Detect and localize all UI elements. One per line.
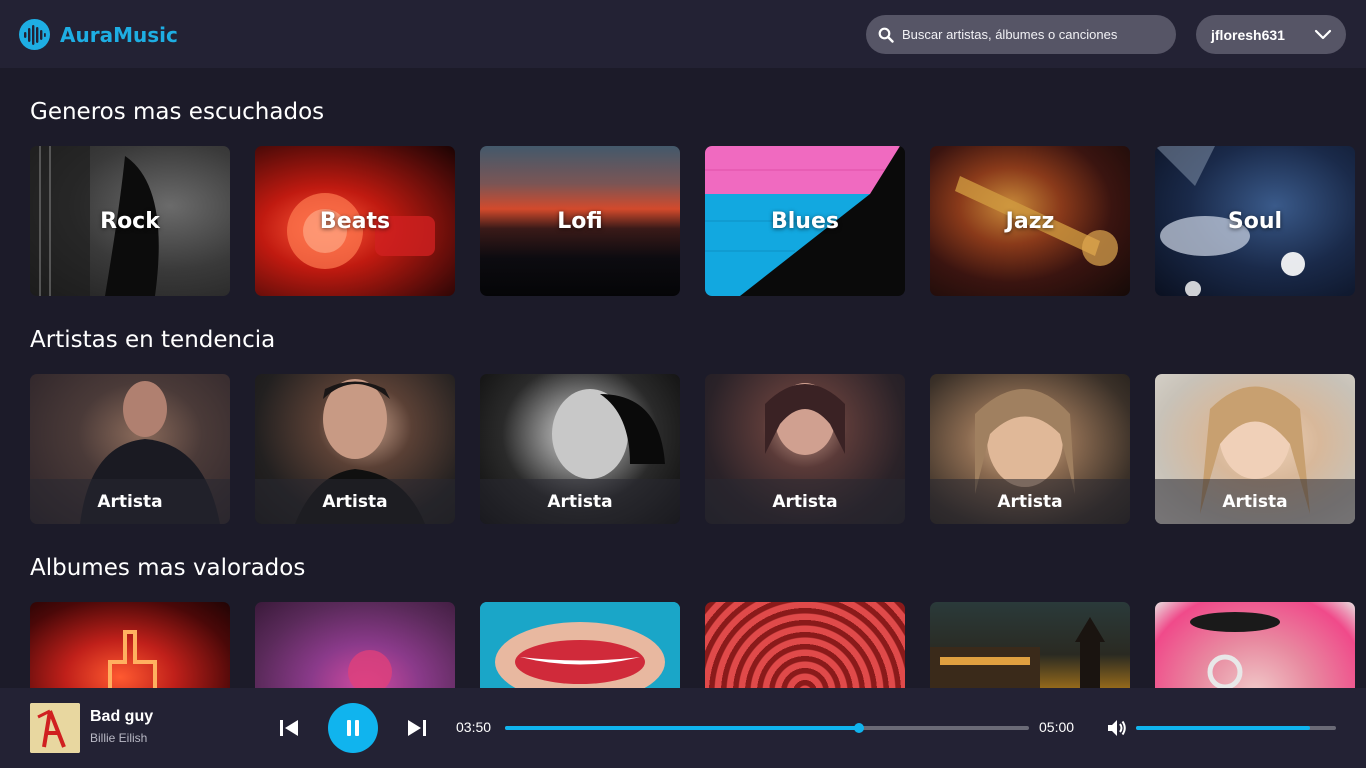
genres-section-title: Generos mas escuchados <box>30 99 325 125</box>
volume-slider[interactable] <box>1136 726 1336 730</box>
progress-slider[interactable] <box>505 723 1029 733</box>
albums-row <box>30 602 1366 688</box>
album-card[interactable] <box>480 602 680 688</box>
current-time: 03:50 <box>456 719 492 735</box>
artist-card[interactable]: Artista <box>30 374 230 524</box>
volume-icon <box>1108 720 1126 736</box>
search-placeholder: Buscar artistas, álbumes o canciones <box>902 27 1118 42</box>
pause-icon <box>347 720 359 736</box>
artist-label: Artista <box>1155 479 1355 524</box>
genre-label: Lofi <box>557 208 603 234</box>
search-input[interactable]: Buscar artistas, álbumes o canciones <box>866 15 1176 54</box>
song-artist: Billie Eilish <box>90 731 148 745</box>
artist-card[interactable]: Artista <box>705 374 905 524</box>
genre-label: Jazz <box>1005 208 1055 234</box>
previous-button[interactable] <box>276 716 302 740</box>
next-button[interactable] <box>404 716 430 740</box>
artist-label: Artista <box>480 479 680 524</box>
total-time: 05:00 <box>1039 719 1075 735</box>
album-card[interactable] <box>255 602 455 688</box>
genre-label: Beats <box>319 208 391 234</box>
skip-previous-icon <box>280 720 298 736</box>
artist-card[interactable]: Artista <box>480 374 680 524</box>
app-name: AuraMusic <box>60 22 178 47</box>
artists-row: Artista Artista Artista Artista Artista <box>30 374 1366 524</box>
search-icon <box>878 27 894 43</box>
app-logo[interactable]: AuraMusic <box>19 19 178 50</box>
player-bar: Bad guy Billie Eilish 03:50 05:00 <box>0 688 1366 768</box>
song-title: Bad guy <box>90 708 154 725</box>
volume-fill <box>1136 726 1310 730</box>
username: jfloresh631 <box>1211 26 1285 43</box>
user-menu-button[interactable]: jfloresh631 <box>1196 15 1346 54</box>
genre-card-soul[interactable]: Soul <box>1155 146 1355 296</box>
genre-card-jazz[interactable]: Jazz <box>930 146 1130 296</box>
artist-label: Artista <box>705 479 905 524</box>
artist-card[interactable]: Artista <box>1155 374 1355 524</box>
top-bar: AuraMusic Buscar artistas, álbumes o can… <box>0 0 1366 68</box>
genre-label: Blues <box>771 208 839 234</box>
genres-row: Rock Beats Lofi Blues Jazz Soul <box>30 146 1366 296</box>
album-card[interactable] <box>30 602 230 688</box>
artist-label: Artista <box>930 479 1130 524</box>
genre-card-lofi[interactable]: Lofi <box>480 146 680 296</box>
albums-section-title: Albumes mas valorados <box>30 555 306 581</box>
genre-label: Rock <box>100 208 160 234</box>
progress-fill <box>505 726 860 730</box>
skip-next-icon <box>408 720 426 736</box>
album-cover[interactable] <box>30 703 80 753</box>
logo-icon <box>19 19 50 50</box>
album-card[interactable] <box>1155 602 1355 688</box>
genre-card-blues[interactable]: Blues <box>705 146 905 296</box>
genre-label: Soul <box>1227 208 1283 234</box>
artist-label: Artista <box>255 479 455 524</box>
artists-section-title: Artistas en tendencia <box>30 327 276 353</box>
volume-button[interactable] <box>1106 717 1128 739</box>
album-card[interactable] <box>930 602 1130 688</box>
artist-label: Artista <box>30 479 230 524</box>
chevron-down-icon <box>1314 29 1332 40</box>
progress-handle[interactable] <box>854 723 865 733</box>
album-card[interactable] <box>705 602 905 688</box>
artist-card[interactable]: Artista <box>930 374 1130 524</box>
pause-button[interactable] <box>328 703 378 753</box>
genre-card-beats[interactable]: Beats <box>255 146 455 296</box>
genre-card-rock[interactable]: Rock <box>30 146 230 296</box>
artist-card[interactable]: Artista <box>255 374 455 524</box>
